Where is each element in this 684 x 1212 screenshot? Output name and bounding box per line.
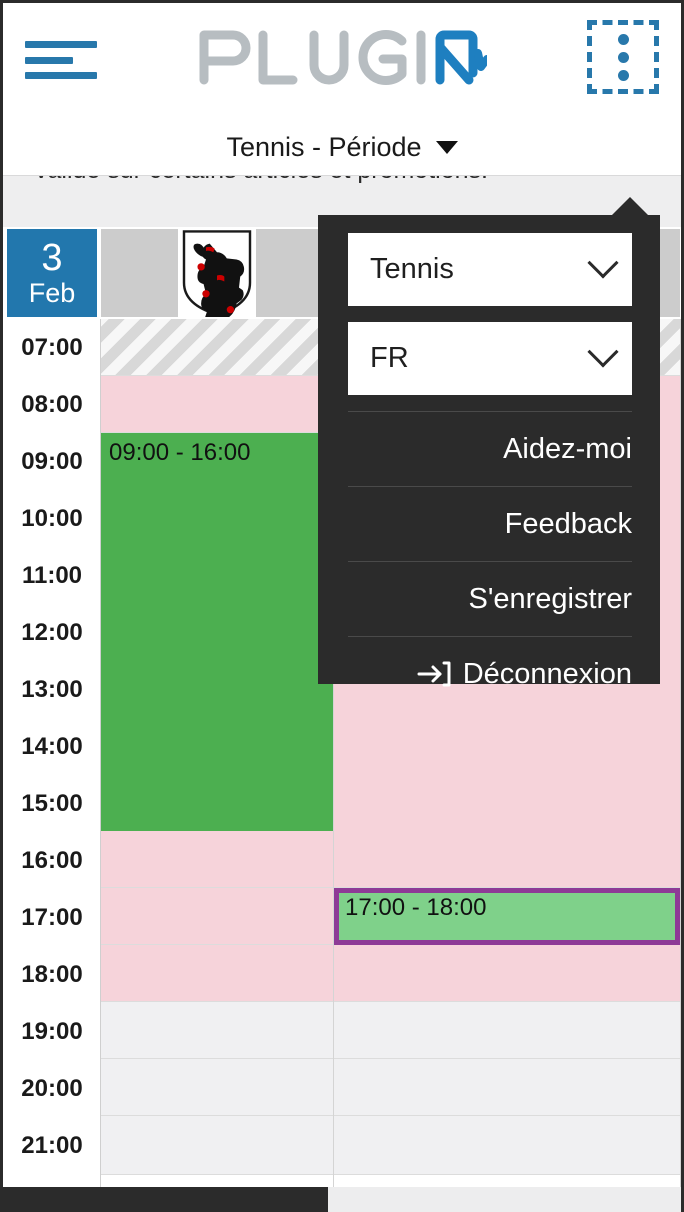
time-label: 11:00 <box>21 561 83 589</box>
slot-closed[interactable] <box>101 945 333 1002</box>
slot-free[interactable] <box>334 1002 680 1059</box>
calendar-event-selected[interactable]: 17:00 - 18:00 <box>334 888 680 945</box>
plugin-logo-icon <box>199 30 487 85</box>
chevron-down-icon <box>435 140 458 154</box>
dot-3 <box>617 69 629 81</box>
three-dots-vertical-icon[interactable] <box>587 20 659 94</box>
time-label: 17:00 <box>21 903 83 931</box>
dot-2 <box>617 51 629 63</box>
promo-text: valide sur certains articles et promotio… <box>35 176 488 185</box>
time-label: 21:00 <box>21 1131 83 1159</box>
time-label: 07:00 <box>21 333 83 361</box>
slot-closed[interactable] <box>334 945 680 1002</box>
appenzell-bear-crest-icon <box>178 229 256 317</box>
time-label: 19:00 <box>21 1017 83 1045</box>
menu-pointer-caret <box>611 197 649 216</box>
language-select[interactable]: FR <box>348 322 632 395</box>
sport-select-value: Tennis <box>370 253 454 285</box>
logout-arrow-icon <box>417 661 451 687</box>
period-selector[interactable]: Tennis - Période <box>3 119 681 175</box>
overflow-menu: Tennis FR Aidez-moi Feedback S'enregistr… <box>318 215 660 690</box>
menu-item-label: Aidez-moi <box>503 432 632 465</box>
day-column-court-1: 09:00 - 16:00 <box>101 319 334 1187</box>
chevron-down-icon <box>587 335 619 367</box>
time-label: 18:00 <box>21 960 83 988</box>
date-badge[interactable]: 3 Feb <box>7 229 97 317</box>
menu-item-label: Déconnexion <box>462 657 632 690</box>
hamburger-bar-middle <box>25 56 73 64</box>
sport-select[interactable]: Tennis <box>348 233 632 306</box>
time-label: 09:00 <box>21 447 83 475</box>
date-badge-month: Feb <box>28 278 76 308</box>
page-title: Tennis - Période <box>226 131 422 162</box>
menu-item-label: Feedback <box>504 507 632 540</box>
calendar-event[interactable]: 09:00 - 16:00 <box>101 433 333 831</box>
chevron-down-icon <box>587 246 619 278</box>
menu-item-label: S'enregistrer <box>468 582 633 615</box>
event-time-label: 17:00 - 18:00 <box>345 894 487 921</box>
horizontal-scrollbar-track[interactable] <box>3 1187 681 1212</box>
app-root: Tennis - Période valide sur certains art… <box>0 0 684 1212</box>
slot-free[interactable] <box>101 1002 333 1059</box>
slot-closed[interactable] <box>101 831 333 888</box>
event-time-label: 09:00 - 16:00 <box>109 439 251 466</box>
slot-free[interactable] <box>334 1059 680 1116</box>
time-label: 14:00 <box>21 732 83 760</box>
time-axis-column: 07:00 08:00 09:00 10:00 11:00 12:00 13:0… <box>3 319 101 1187</box>
menu-item-help[interactable]: Aidez-moi <box>348 411 632 486</box>
hamburger-icon[interactable] <box>25 35 97 85</box>
language-select-value: FR <box>370 342 409 374</box>
app-header <box>3 3 681 119</box>
time-label: 15:00 <box>21 789 83 817</box>
hamburger-bar-top <box>25 41 97 48</box>
date-badge-day: 3 <box>41 237 63 279</box>
time-label: 10:00 <box>21 504 83 532</box>
slot-closed[interactable] <box>101 888 333 945</box>
column-header-court-1[interactable] <box>101 229 334 317</box>
menu-item-feedback[interactable]: Feedback <box>348 486 632 561</box>
time-label: 12:00 <box>21 618 83 646</box>
horizontal-scrollbar-thumb[interactable] <box>3 1187 328 1212</box>
slot-unavailable <box>101 319 333 376</box>
slot-free[interactable] <box>101 1116 333 1175</box>
slot-free[interactable] <box>334 1116 680 1175</box>
menu-item-logout[interactable]: Déconnexion <box>348 636 632 711</box>
dot-1 <box>617 33 629 45</box>
slot-free[interactable] <box>101 1059 333 1116</box>
time-label: 16:00 <box>21 846 83 874</box>
time-label: 08:00 <box>21 390 83 418</box>
menu-item-list: Aidez-moi Feedback S'enregistrer Déconne… <box>348 411 632 711</box>
menu-item-register[interactable]: S'enregistrer <box>348 561 632 636</box>
time-label: 20:00 <box>21 1074 83 1102</box>
hamburger-bar-bottom <box>25 72 97 79</box>
plugin-logo <box>3 25 681 87</box>
slot-closed[interactable] <box>101 376 333 433</box>
time-label: 13:00 <box>21 675 83 703</box>
